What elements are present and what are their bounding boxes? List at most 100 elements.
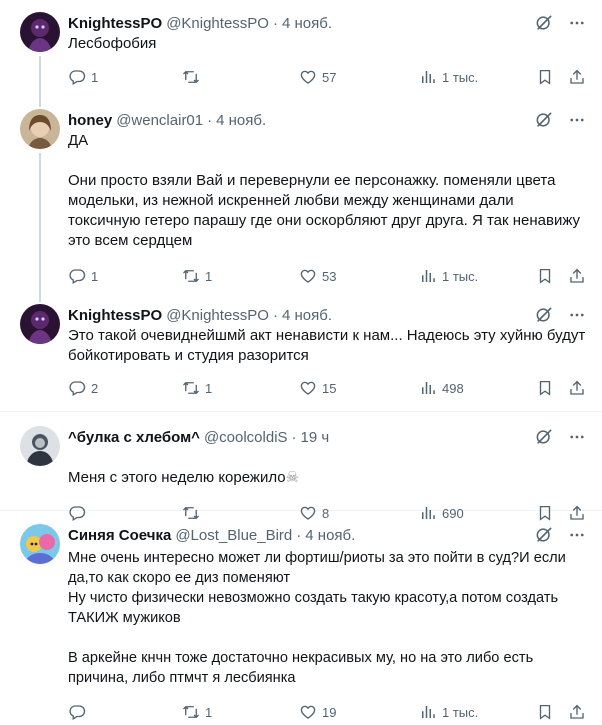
tweet-text: ДА Они просто взяли Вай и перевернули ее… xyxy=(68,132,581,249)
grok-icon[interactable] xyxy=(534,305,554,325)
views-button[interactable]: 1 тыс. xyxy=(419,703,531,721)
more-icon[interactable] xyxy=(568,428,586,446)
like-button[interactable]: 53 xyxy=(299,267,419,285)
tweet[interactable]: KnightessPO @KnightessPO · 4 нояб. Это т… xyxy=(0,298,602,412)
bookmark-icon[interactable] xyxy=(536,379,554,397)
reply-count: 1 xyxy=(91,69,99,85)
reply-icon xyxy=(68,379,86,397)
avatar[interactable] xyxy=(20,304,60,344)
tweet-secondary-actions xyxy=(536,379,586,397)
heart-icon xyxy=(299,267,317,285)
username-handle[interactable]: @KnightessPO xyxy=(166,307,269,324)
views-icon xyxy=(419,68,437,86)
grok-icon[interactable] xyxy=(534,13,554,33)
more-icon[interactable] xyxy=(568,111,586,129)
share-icon[interactable] xyxy=(568,379,586,397)
like-button[interactable]: 57 xyxy=(299,68,419,86)
tweet-secondary-actions xyxy=(536,68,586,86)
separator-dot: · xyxy=(272,14,278,32)
tweet-header: Синяя Соечка @Lost_Blue_Bird · 4 нояб. xyxy=(68,524,586,546)
display-name[interactable]: ^булка с хлебом^ xyxy=(68,429,200,446)
tweet[interactable]: honey @wenclair01 · 4 нояб. ДА Они прост… xyxy=(0,103,602,302)
tweet-header: KnightessPO @KnightessPO · 4 нояб. xyxy=(68,12,586,34)
tweet-actions: 1 1 53 1 тыс. xyxy=(68,266,586,286)
avatar[interactable] xyxy=(20,109,60,149)
tweet-secondary-actions xyxy=(536,703,586,721)
retweet-button[interactable]: 1 xyxy=(182,703,299,721)
reply-count: 1 xyxy=(91,268,99,284)
tweet-text: Это такой очевиднейшмй акт ненависти к н… xyxy=(68,327,586,364)
views-button[interactable]: 498 xyxy=(419,379,531,397)
share-icon[interactable] xyxy=(568,703,586,721)
timestamp[interactable]: 4 нояб. xyxy=(305,527,355,544)
like-button[interactable]: 19 xyxy=(299,703,419,721)
views-count: 1 тыс. xyxy=(442,268,479,284)
bookmark-icon[interactable] xyxy=(536,68,554,86)
tweet-text: Меня с этого неделю корежило☠ xyxy=(68,448,586,488)
tweet-text: Лесбофобия xyxy=(68,35,157,52)
views-button[interactable]: 1 тыс. xyxy=(419,267,531,285)
tweet-actions: 2 1 15 498 xyxy=(68,378,586,398)
reply-icon xyxy=(68,267,86,285)
tweet[interactable]: ^булка с хлебом^ @coolcoldiS · 19 ч Меня… xyxy=(0,412,602,511)
display-name[interactable]: honey xyxy=(68,112,112,129)
more-icon[interactable] xyxy=(568,306,586,324)
avatar[interactable] xyxy=(20,524,60,564)
share-icon[interactable] xyxy=(568,267,586,285)
grok-icon[interactable] xyxy=(534,110,554,130)
display-name[interactable]: Синяя Соечка xyxy=(68,527,171,544)
reply-button[interactable]: 1 xyxy=(68,68,182,86)
tweet[interactable]: Синяя Соечка @Lost_Blue_Bird · 4 нояб. М… xyxy=(0,511,602,725)
more-icon[interactable] xyxy=(568,526,586,544)
views-count: 1 тыс. xyxy=(442,69,479,85)
timestamp[interactable]: 4 нояб. xyxy=(282,307,332,324)
tweet-text-body: Меня с этого неделю корежило xyxy=(68,469,286,486)
like-button[interactable]: 15 xyxy=(299,379,419,397)
views-icon xyxy=(419,703,437,721)
display-name[interactable]: KnightessPO xyxy=(68,15,162,32)
views-count: 1 тыс. xyxy=(442,704,479,720)
timestamp[interactable]: 19 ч xyxy=(301,429,330,446)
retweet-icon xyxy=(182,379,200,397)
retweet-button[interactable] xyxy=(182,68,299,86)
grok-icon[interactable] xyxy=(534,427,554,447)
retweet-count: 1 xyxy=(205,268,213,284)
retweet-count: 1 xyxy=(205,704,213,720)
reply-count: 2 xyxy=(91,380,99,396)
avatar[interactable] xyxy=(20,12,60,52)
timestamp[interactable]: 4 нояб. xyxy=(282,15,332,32)
retweet-count: 1 xyxy=(205,380,213,396)
username-handle[interactable]: @KnightessPO xyxy=(166,15,269,32)
avatar[interactable] xyxy=(20,426,60,466)
retweet-icon xyxy=(182,267,200,285)
reply-button[interactable]: 1 xyxy=(68,267,182,285)
tweet-secondary-actions xyxy=(536,267,586,285)
username-handle[interactable]: @Lost_Blue_Bird xyxy=(175,527,292,544)
reply-button[interactable] xyxy=(68,703,182,721)
username-handle[interactable]: @coolcoldiS xyxy=(204,429,288,446)
retweet-button[interactable]: 1 xyxy=(182,267,299,285)
tweet[interactable]: KnightessPO @KnightessPO · 4 нояб. Лесбо… xyxy=(0,0,602,107)
username-handle[interactable]: @wenclair01 xyxy=(116,112,203,129)
grok-icon[interactable] xyxy=(534,525,554,545)
bookmark-icon[interactable] xyxy=(536,267,554,285)
header-actions xyxy=(534,110,586,130)
heart-icon xyxy=(299,703,317,721)
retweet-button[interactable]: 1 xyxy=(182,379,299,397)
separator-dot: · xyxy=(291,428,297,446)
reply-button[interactable]: 2 xyxy=(68,379,182,397)
header-actions xyxy=(534,525,586,545)
tweet-actions: 1 57 1 тыс. xyxy=(68,67,586,87)
bookmark-icon[interactable] xyxy=(536,703,554,721)
display-name[interactable]: KnightessPO xyxy=(68,307,162,324)
heart-icon xyxy=(299,68,317,86)
views-button[interactable]: 1 тыс. xyxy=(419,68,531,86)
separator-dot: · xyxy=(272,306,278,324)
timestamp[interactable]: 4 нояб. xyxy=(216,112,266,129)
more-icon[interactable] xyxy=(568,14,586,32)
share-icon[interactable] xyxy=(568,68,586,86)
header-actions xyxy=(534,13,586,33)
tweet-text: Мне очень интересно может ли фортиш/риот… xyxy=(68,550,566,686)
retweet-icon xyxy=(182,703,200,721)
like-count: 15 xyxy=(322,380,337,396)
